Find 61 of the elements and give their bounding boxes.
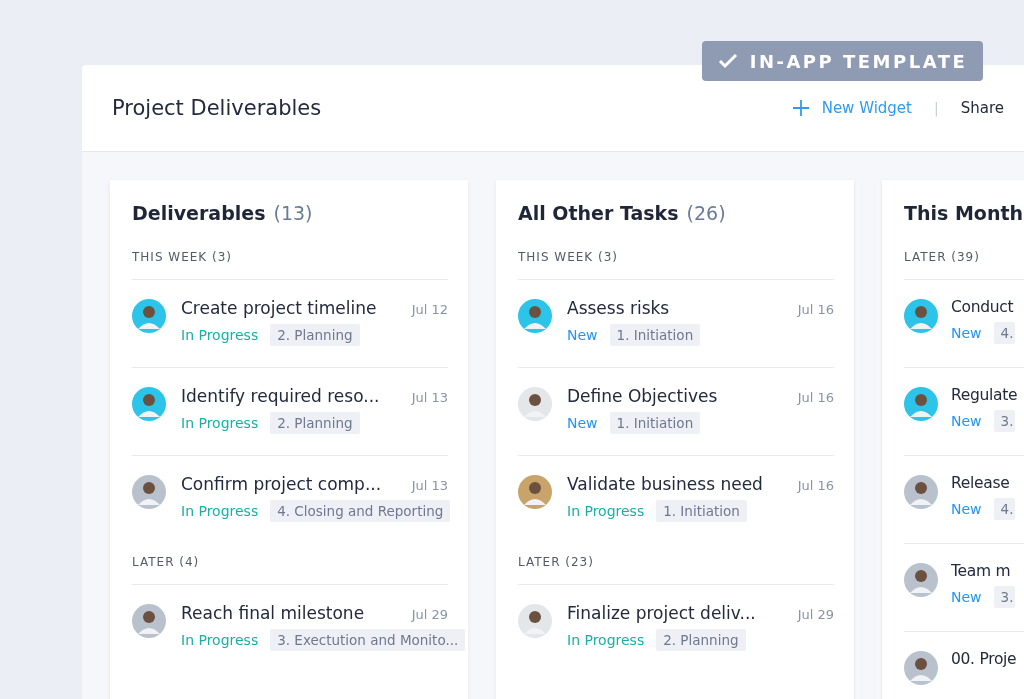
task-title[interactable]: Regulate	[951, 386, 1018, 404]
status-label: New	[951, 325, 982, 341]
phase-tag: 4. Closing and Reporting	[270, 500, 451, 522]
due-date: Jul 29	[411, 607, 448, 622]
column-title: This Month	[904, 202, 1024, 224]
task-title[interactable]: Release	[951, 474, 1010, 492]
task-title[interactable]: Reach final milestone	[181, 603, 365, 623]
status-label: New	[951, 589, 982, 605]
task-title[interactable]: Finalize project deliv...	[567, 603, 756, 623]
status-label: In Progress	[181, 632, 259, 648]
template-badge: IN-APP TEMPLATE	[702, 41, 983, 81]
phase-tag: 3. Exectution and Monito...	[270, 629, 466, 651]
status-label: In Progress	[181, 327, 259, 343]
due-date: Jul 29	[797, 607, 834, 622]
phase-tag: 2. Planning	[270, 324, 360, 346]
due-date: Jul 16	[797, 302, 834, 317]
due-date: Jul 12	[411, 302, 448, 317]
phase-tag: 2. Planning	[270, 412, 360, 434]
due-date: Jul 13	[411, 390, 448, 405]
share-button[interactable]: Share	[960, 99, 1004, 117]
phase-tag: 3.	[993, 586, 1016, 608]
check-icon	[717, 53, 738, 69]
phase-tag: 4.	[993, 322, 1016, 344]
section-label: THIS WEEK (3)	[132, 250, 234, 266]
status-label: New	[951, 413, 982, 429]
phase-tag: 4.	[993, 498, 1016, 520]
task-title[interactable]: Team m	[951, 562, 1011, 580]
section-label: LATER (4)	[132, 555, 201, 571]
status-label: New	[567, 327, 598, 343]
status-label: In Progress	[567, 503, 645, 519]
status-label: In Progress	[181, 415, 259, 431]
separator: |	[934, 100, 939, 116]
status-label: In Progress	[181, 503, 259, 519]
page-title: Project Deliverables	[112, 96, 322, 120]
column-count: (13)	[273, 202, 313, 224]
task-title[interactable]: Confirm project comp...	[181, 474, 382, 494]
phase-tag: 1. Initiation	[656, 500, 747, 522]
task-title[interactable]: Define Objectives	[567, 386, 718, 406]
phase-tag: 1. Initiation	[609, 412, 701, 434]
status-label: New	[567, 415, 598, 431]
section-label: LATER (39)	[904, 250, 981, 266]
task-title[interactable]: Validate business need	[567, 474, 763, 494]
phase-tag: 2. Planning	[656, 629, 746, 651]
section-label: THIS WEEK (3)	[518, 250, 620, 266]
task-title[interactable]: Create project timeline	[181, 298, 377, 318]
phase-tag: 3.	[993, 410, 1016, 432]
status-label: In Progress	[567, 632, 645, 648]
due-date: Jul 16	[797, 390, 834, 405]
column-title: Deliverables	[132, 202, 266, 224]
task-title[interactable]: Assess risks	[567, 298, 670, 318]
task-title[interactable]: 00. Proje	[951, 650, 1017, 668]
column-count: (26)	[686, 202, 726, 224]
due-date: Jul 13	[411, 478, 448, 493]
status-label: New	[951, 501, 982, 517]
plus-icon	[791, 99, 810, 117]
due-date: Jul 16	[797, 478, 834, 493]
task-title[interactable]: Conduct	[951, 298, 1014, 316]
section-label: LATER (23)	[518, 555, 595, 571]
column-title: All Other Tasks	[518, 202, 679, 224]
task-title[interactable]: Identify required reso...	[181, 386, 380, 406]
phase-tag: 1. Initiation	[609, 324, 701, 346]
